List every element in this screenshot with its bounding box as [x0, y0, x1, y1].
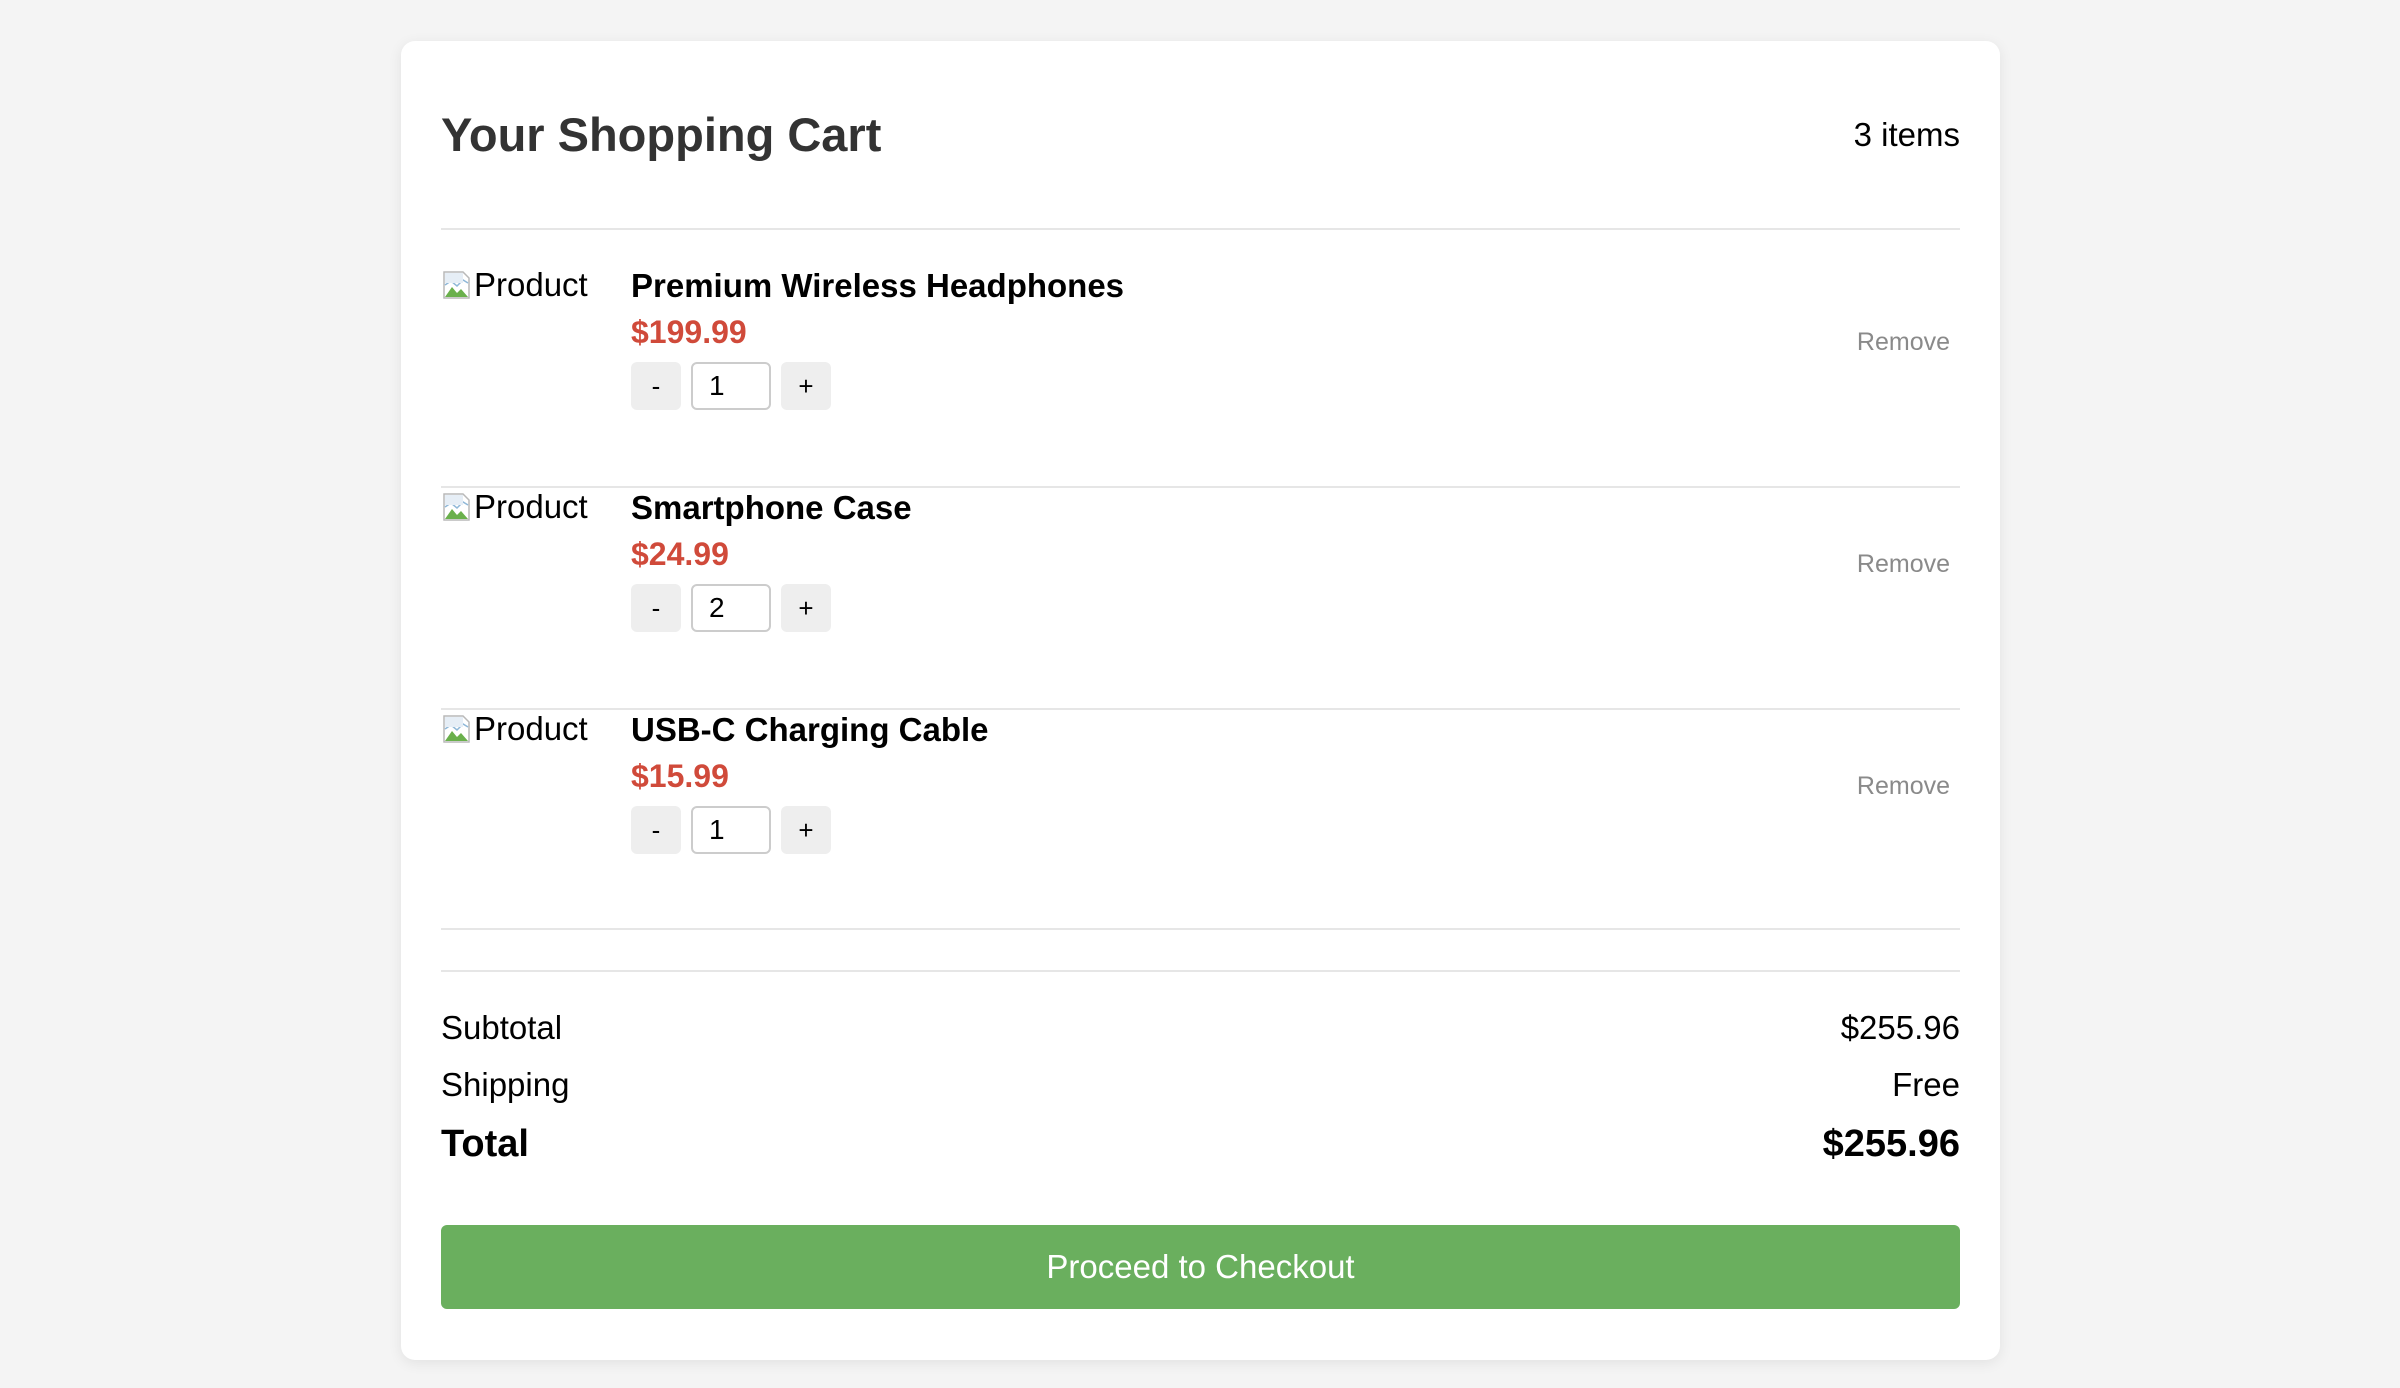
cart-items-list: Product Premium Wireless Headphones $199…: [441, 230, 1960, 930]
cart-header: Your Shopping Cart 3 items: [441, 41, 1960, 230]
cart-item: Product Smartphone Case $24.99 - + Remov…: [441, 488, 1960, 710]
product-image-alt: Product: [474, 488, 588, 525]
cart-item: Product Premium Wireless Headphones $199…: [441, 266, 1960, 488]
item-price: $199.99: [631, 314, 747, 350]
total-value: $255.96: [1822, 1123, 1960, 1165]
remove-button[interactable]: Remove: [1857, 772, 1950, 801]
broken-image-icon: [441, 491, 473, 523]
quantity-stepper: - +: [631, 584, 912, 632]
product-image-alt: Product: [474, 266, 588, 303]
subtotal-row: Subtotal $255.96: [441, 1008, 1960, 1048]
item-details: Smartphone Case $24.99 - +: [631, 488, 912, 632]
cart-item: Product USB-C Charging Cable $15.99 - + …: [441, 710, 1960, 930]
shipping-row: Shipping Free: [441, 1065, 1960, 1105]
broken-image-icon: [441, 269, 473, 301]
product-image: Product: [441, 266, 588, 304]
quantity-input[interactable]: [691, 362, 771, 410]
remove-button[interactable]: Remove: [1857, 550, 1950, 579]
item-price: $24.99: [631, 536, 729, 572]
subtotal-label: Subtotal: [441, 1009, 563, 1046]
item-name: Premium Wireless Headphones: [631, 267, 1125, 304]
increment-button[interactable]: +: [781, 584, 831, 632]
quantity-stepper: - +: [631, 362, 1124, 410]
subtotal-value: $255.96: [1840, 1009, 1960, 1046]
item-count: 3 items: [1853, 115, 1960, 153]
item-name: Smartphone Case: [631, 489, 912, 526]
item-details: Premium Wireless Headphones $199.99 - +: [631, 266, 1124, 410]
decrement-button[interactable]: -: [631, 584, 681, 632]
item-name: USB-C Charging Cable: [631, 711, 989, 748]
item-details: USB-C Charging Cable $15.99 - +: [631, 710, 989, 854]
quantity-stepper: - +: [631, 806, 989, 854]
increment-button[interactable]: +: [781, 362, 831, 410]
shipping-value: Free: [1892, 1066, 1960, 1103]
total-row: Total $255.96: [441, 1122, 1960, 1166]
broken-image-icon: [441, 713, 473, 745]
total-label: Total: [441, 1123, 529, 1165]
increment-button[interactable]: +: [781, 806, 831, 854]
shipping-label: Shipping: [441, 1066, 570, 1103]
page-title: Your Shopping Cart: [441, 108, 882, 161]
checkout-button[interactable]: Proceed to Checkout: [441, 1225, 1960, 1309]
decrement-button[interactable]: -: [631, 806, 681, 854]
product-image: Product: [441, 488, 588, 526]
quantity-input[interactable]: [691, 806, 771, 854]
product-image: Product: [441, 710, 588, 748]
item-price: $15.99: [631, 758, 729, 794]
order-summary: Subtotal $255.96 Shipping Free Total $25…: [441, 970, 1960, 1166]
cart-card: Your Shopping Cart 3 items Product Premi…: [401, 41, 2000, 1360]
product-image-alt: Product: [474, 710, 588, 747]
remove-button[interactable]: Remove: [1857, 328, 1950, 357]
quantity-input[interactable]: [691, 584, 771, 632]
decrement-button[interactable]: -: [631, 362, 681, 410]
